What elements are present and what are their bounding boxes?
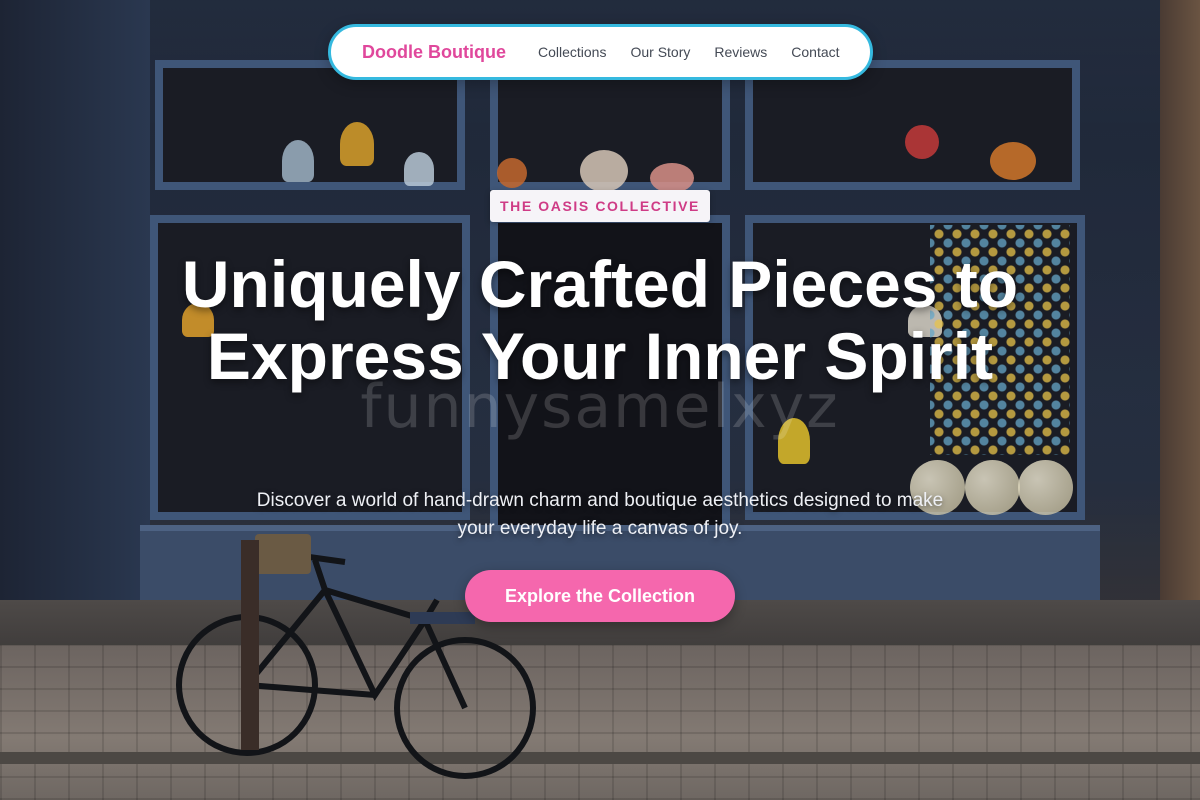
shopfront-facade-left: [0, 0, 150, 620]
pendant-lamp-icon: [650, 163, 694, 193]
explore-collection-button[interactable]: Explore the Collection: [465, 570, 735, 622]
nav-link-collections[interactable]: Collections: [538, 44, 606, 60]
pendant-lamp-icon: [404, 152, 434, 186]
brand-logo-link[interactable]: Doodle Boutique: [362, 42, 506, 63]
pendant-lamp-icon: [778, 418, 810, 464]
pendant-lamp-icon: [497, 158, 527, 188]
nav-links: Collections Our Story Reviews Contact: [538, 44, 840, 60]
pendant-lamp-icon: [990, 142, 1036, 180]
hero-headline: Uniquely Crafted Pieces to Express Your …: [181, 247, 1019, 393]
nav-link-reviews[interactable]: Reviews: [714, 44, 767, 60]
collection-badge: THE OASIS COLLECTIVE: [490, 190, 710, 222]
hero-background-image: [0, 0, 1200, 800]
nav-link-contact[interactable]: Contact: [791, 44, 839, 60]
pendant-lamp-icon: [340, 122, 374, 166]
nav-link-our-story[interactable]: Our Story: [630, 44, 690, 60]
hero-section: Doodle Boutique Collections Our Story Re…: [0, 0, 1200, 800]
shopfront-facade-right: [1160, 0, 1200, 660]
pendant-lamp-icon: [282, 140, 314, 182]
hero-subtext: Discover a world of hand-drawn charm and…: [256, 490, 944, 539]
bicycle-icon: [176, 534, 536, 779]
pendant-lamp-icon: [580, 150, 628, 192]
pendant-lamp-icon: [905, 125, 939, 159]
top-navigation: Doodle Boutique Collections Our Story Re…: [328, 24, 873, 80]
